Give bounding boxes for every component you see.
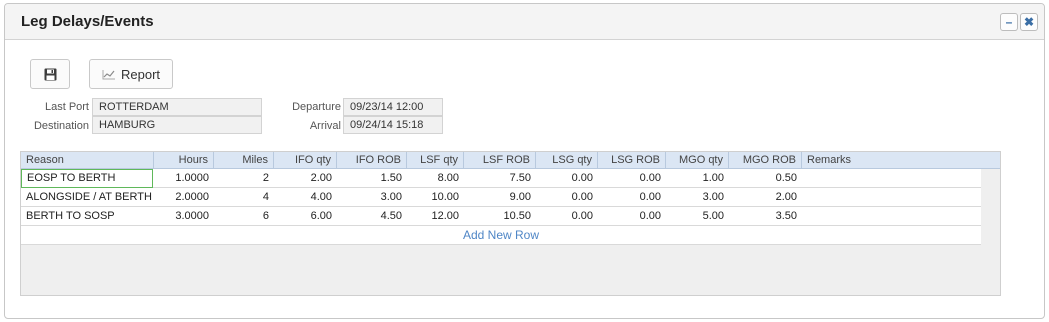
departure-field[interactable]: 09/23/14 12:00 — [343, 98, 443, 116]
cell-hours[interactable]: 3.0000 — [154, 207, 214, 226]
cell-reason[interactable]: EOSP TO BERTH — [21, 169, 153, 188]
cell-remarks[interactable] — [802, 169, 981, 188]
cell-mgo-rob[interactable]: 0.50 — [729, 169, 802, 188]
cell-lsg-qty[interactable]: 0.00 — [536, 207, 598, 226]
cell-lsf-qty[interactable]: 10.00 — [407, 188, 464, 207]
column-header-reason[interactable]: Reason — [21, 152, 154, 169]
add-new-row-button[interactable]: Add New Row — [21, 226, 981, 245]
cell-miles[interactable]: 6 — [214, 207, 274, 226]
cell-mgo-rob[interactable]: 3.50 — [729, 207, 802, 226]
title-bar: Leg Delays/Events – ✖ — [5, 4, 1044, 40]
report-button[interactable]: Report — [89, 59, 173, 89]
destination-field[interactable]: HAMBURG — [92, 116, 262, 134]
column-header-lsg-rob[interactable]: LSG ROB — [598, 152, 666, 169]
delays-grid: Reason Hours Miles IFO qty IFO ROB LSF q… — [20, 151, 1001, 296]
cell-remarks[interactable] — [802, 188, 981, 207]
cell-hours[interactable]: 1.0000 — [154, 169, 214, 188]
cell-lsf-qty[interactable]: 12.00 — [407, 207, 464, 226]
cell-ifo-rob[interactable]: 1.50 — [337, 169, 407, 188]
cell-lsf-rob[interactable]: 10.50 — [464, 207, 536, 226]
save-button[interactable] — [30, 59, 70, 89]
leg-delays-window: Leg Delays/Events – ✖ Report Last Port R… — [4, 3, 1045, 319]
floppy-disk-icon — [44, 68, 56, 80]
cell-ifo-rob[interactable]: 3.00 — [337, 188, 407, 207]
cell-miles[interactable]: 4 — [214, 188, 274, 207]
grid-header: Reason Hours Miles IFO qty IFO ROB LSF q… — [21, 152, 1000, 169]
cell-mgo-qty[interactable]: 1.00 — [666, 169, 729, 188]
window-title: Leg Delays/Events — [21, 13, 154, 30]
column-header-ifo-rob[interactable]: IFO ROB — [337, 152, 407, 169]
cell-lsg-rob[interactable]: 0.00 — [598, 169, 666, 188]
grid-body: EOSP TO BERTH 1.0000 2 2.00 1.50 8.00 7.… — [21, 169, 981, 245]
cell-lsg-rob[interactable]: 0.00 — [598, 207, 666, 226]
cell-lsf-qty[interactable]: 8.00 — [407, 169, 464, 188]
departure-label: Departure — [292, 101, 341, 113]
minimize-icon: – — [1005, 15, 1013, 29]
cell-mgo-qty[interactable]: 3.00 — [666, 188, 729, 207]
column-header-hours[interactable]: Hours — [154, 152, 214, 169]
cell-lsf-rob[interactable]: 7.50 — [464, 169, 536, 188]
cell-miles[interactable]: 2 — [214, 169, 274, 188]
cell-reason[interactable]: BERTH TO SOSP — [21, 207, 154, 226]
column-header-lsf-rob[interactable]: LSF ROB — [464, 152, 536, 169]
cell-lsf-rob[interactable]: 9.00 — [464, 188, 536, 207]
close-icon: ✖ — [1023, 15, 1035, 29]
table-row[interactable]: ALONGSIDE / AT BERTH 2.0000 4 4.00 3.00 … — [21, 188, 981, 207]
last-port-field[interactable]: ROTTERDAM — [92, 98, 262, 116]
arrival-label: Arrival — [309, 120, 341, 132]
column-header-lsf-qty[interactable]: LSF qty — [407, 152, 464, 169]
close-button[interactable]: ✖ — [1020, 13, 1038, 31]
cell-lsg-rob[interactable]: 0.00 — [598, 188, 666, 207]
cell-hours[interactable]: 2.0000 — [154, 188, 214, 207]
table-row[interactable]: BERTH TO SOSP 3.0000 6 6.00 4.50 12.00 1… — [21, 207, 981, 226]
arrival-field[interactable]: 09/24/14 15:18 — [343, 116, 443, 134]
cell-lsg-qty[interactable]: 0.00 — [536, 169, 598, 188]
cell-remarks[interactable] — [802, 207, 981, 226]
column-header-mgo-qty[interactable]: MGO qty — [666, 152, 729, 169]
table-row[interactable]: EOSP TO BERTH 1.0000 2 2.00 1.50 8.00 7.… — [21, 169, 981, 188]
column-header-remarks[interactable]: Remarks — [802, 152, 1001, 169]
column-header-miles[interactable]: Miles — [214, 152, 274, 169]
line-chart-icon — [102, 69, 115, 79]
cell-lsg-qty[interactable]: 0.00 — [536, 188, 598, 207]
cell-ifo-qty[interactable]: 6.00 — [274, 207, 337, 226]
destination-label: Destination — [33, 120, 89, 132]
cell-mgo-rob[interactable]: 2.00 — [729, 188, 802, 207]
report-button-label: Report — [120, 66, 161, 82]
column-header-mgo-rob[interactable]: MGO ROB — [729, 152, 802, 169]
cell-ifo-qty[interactable]: 2.00 — [274, 169, 337, 188]
minimize-button[interactable]: – — [1000, 13, 1018, 31]
column-header-ifo-qty[interactable]: IFO qty — [274, 152, 337, 169]
cell-ifo-rob[interactable]: 4.50 — [337, 207, 407, 226]
cell-ifo-qty[interactable]: 4.00 — [274, 188, 337, 207]
column-header-lsg-qty[interactable]: LSG qty — [536, 152, 598, 169]
last-port-label: Last Port — [44, 101, 89, 113]
cell-mgo-qty[interactable]: 5.00 — [666, 207, 729, 226]
cell-reason[interactable]: ALONGSIDE / AT BERTH — [21, 188, 154, 207]
